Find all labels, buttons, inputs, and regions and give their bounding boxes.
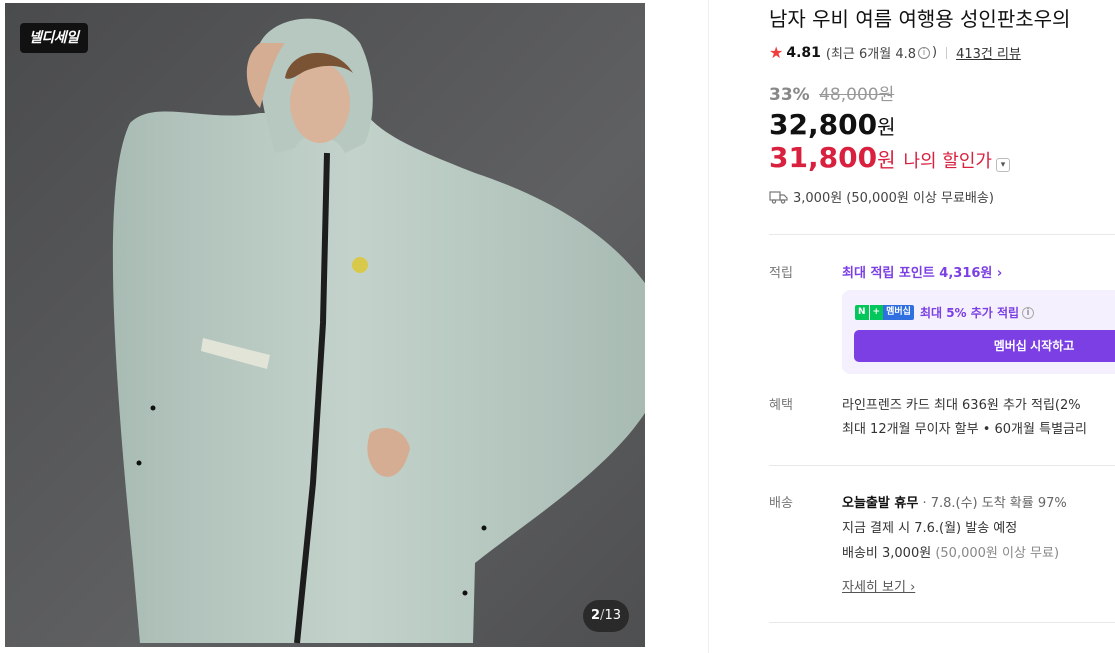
membership-box: N + 멤버십 최대 5% 추가 적립 i 멤버십 시작하고 [842, 290, 1115, 374]
arrival-estimate: · 7.8.(수) 도착 확률 97% [922, 496, 1067, 511]
divider [769, 622, 1115, 623]
info-icon[interactable]: i [1022, 306, 1035, 319]
poncho-model-illustration [5, 3, 645, 647]
dispatch-info: 지금 결제 시 7.6.(월) 발송 예정 [842, 521, 1018, 536]
info-icon[interactable]: i [918, 46, 931, 59]
divider [946, 46, 948, 59]
reviews-link[interactable]: 413건 리뷰 [956, 43, 1021, 62]
product-page: 넬디세일 2/13 남자 우비 여름 여행용 성인판초우의 ★ 4.81 (최근… [0, 0, 1115, 653]
benefit-label: 혜택 [769, 398, 793, 413]
product-info-panel: 남자 우비 여름 여행용 성인판초우의 ★ 4.81 (최근 6개월 4.8 i… [708, 0, 1115, 653]
star-icon: ★ [769, 43, 784, 62]
divider [769, 234, 1115, 235]
my-price-value: 31,800 [769, 141, 878, 174]
image-counter-current: 2 [591, 608, 601, 623]
delivery-label: 배송 [769, 496, 793, 511]
brand-badge: 넬디세일 [20, 23, 88, 53]
truck-icon [769, 190, 788, 204]
membership-text: 최대 5% 추가 적립 [919, 306, 1020, 320]
shipping-text: 3,000원 (50,000원 이상 무료배송) [793, 191, 994, 206]
rating-row: ★ 4.81 (최근 6개월 4.8 i ) 413건 리뷰 [769, 43, 1021, 62]
max-points-link[interactable]: 최대 적립 포인트 4,316원 › [842, 262, 1002, 281]
delivery-today: 오늘출발 휴무 · 7.8.(수) 도착 확률 97% [842, 492, 1067, 511]
npay-membership-icon: N + 멤버십 [855, 305, 914, 320]
delivery-detail-link[interactable]: 자세히 보기 › [842, 576, 915, 595]
product-title: 남자 우비 여름 여행용 성인판초우의 [769, 7, 1071, 31]
my-price-label: 나의 할인가 [903, 151, 992, 172]
delivery-fee-value: 배송비 3,000원 [842, 546, 932, 561]
discount-percent: 33% [769, 85, 810, 105]
benefit-line-2: 최대 12개월 무이자 할부 • 60개월 특별금리 [842, 422, 1087, 437]
points-label: 적립 [769, 266, 793, 281]
image-counter: 2/13 [583, 600, 629, 632]
delivery-fee: 배송비 3,000원 (50,000원 이상 무료) [842, 542, 1059, 561]
membership-line: N + 멤버십 최대 5% 추가 적립 i [855, 304, 1036, 321]
today-badge: 오늘출발 휴무 [842, 496, 919, 511]
discount-row: 33% 48,000원 [769, 80, 894, 105]
sale-price-unit: 원 [877, 115, 896, 139]
benefit-line-1: 라인프렌즈 카드 최대 636원 추가 적립(2% [842, 398, 1081, 413]
sale-price: 32,800원 [769, 108, 895, 141]
image-counter-total: 13 [604, 608, 621, 623]
sale-price-value: 32,800 [769, 108, 878, 141]
divider [769, 465, 1115, 466]
shipping-info: 3,000원 (50,000원 이상 무료배송) [769, 187, 994, 206]
chevron-down-icon[interactable]: ▾ [996, 158, 1010, 172]
my-price-unit: 원 [877, 148, 896, 172]
npay-member: 멤버십 [883, 305, 914, 320]
rating-recent-prefix: (최근 6개월 4.8 [825, 47, 917, 62]
membership-start-button[interactable]: 멤버십 시작하고 [854, 330, 1115, 362]
npay-plus: + [868, 305, 884, 320]
rating-score: 4.81 [786, 44, 821, 61]
original-price: 48,000원 [819, 85, 895, 105]
product-image[interactable]: 넬디세일 2/13 [5, 3, 645, 647]
delivery-fee-note: (50,000원 이상 무료) [935, 546, 1060, 561]
my-price: 31,800 원 나의 할인가 ▾ [769, 141, 1010, 174]
npay-n: N [855, 305, 869, 320]
rating-recent-suffix: ) [932, 45, 938, 60]
